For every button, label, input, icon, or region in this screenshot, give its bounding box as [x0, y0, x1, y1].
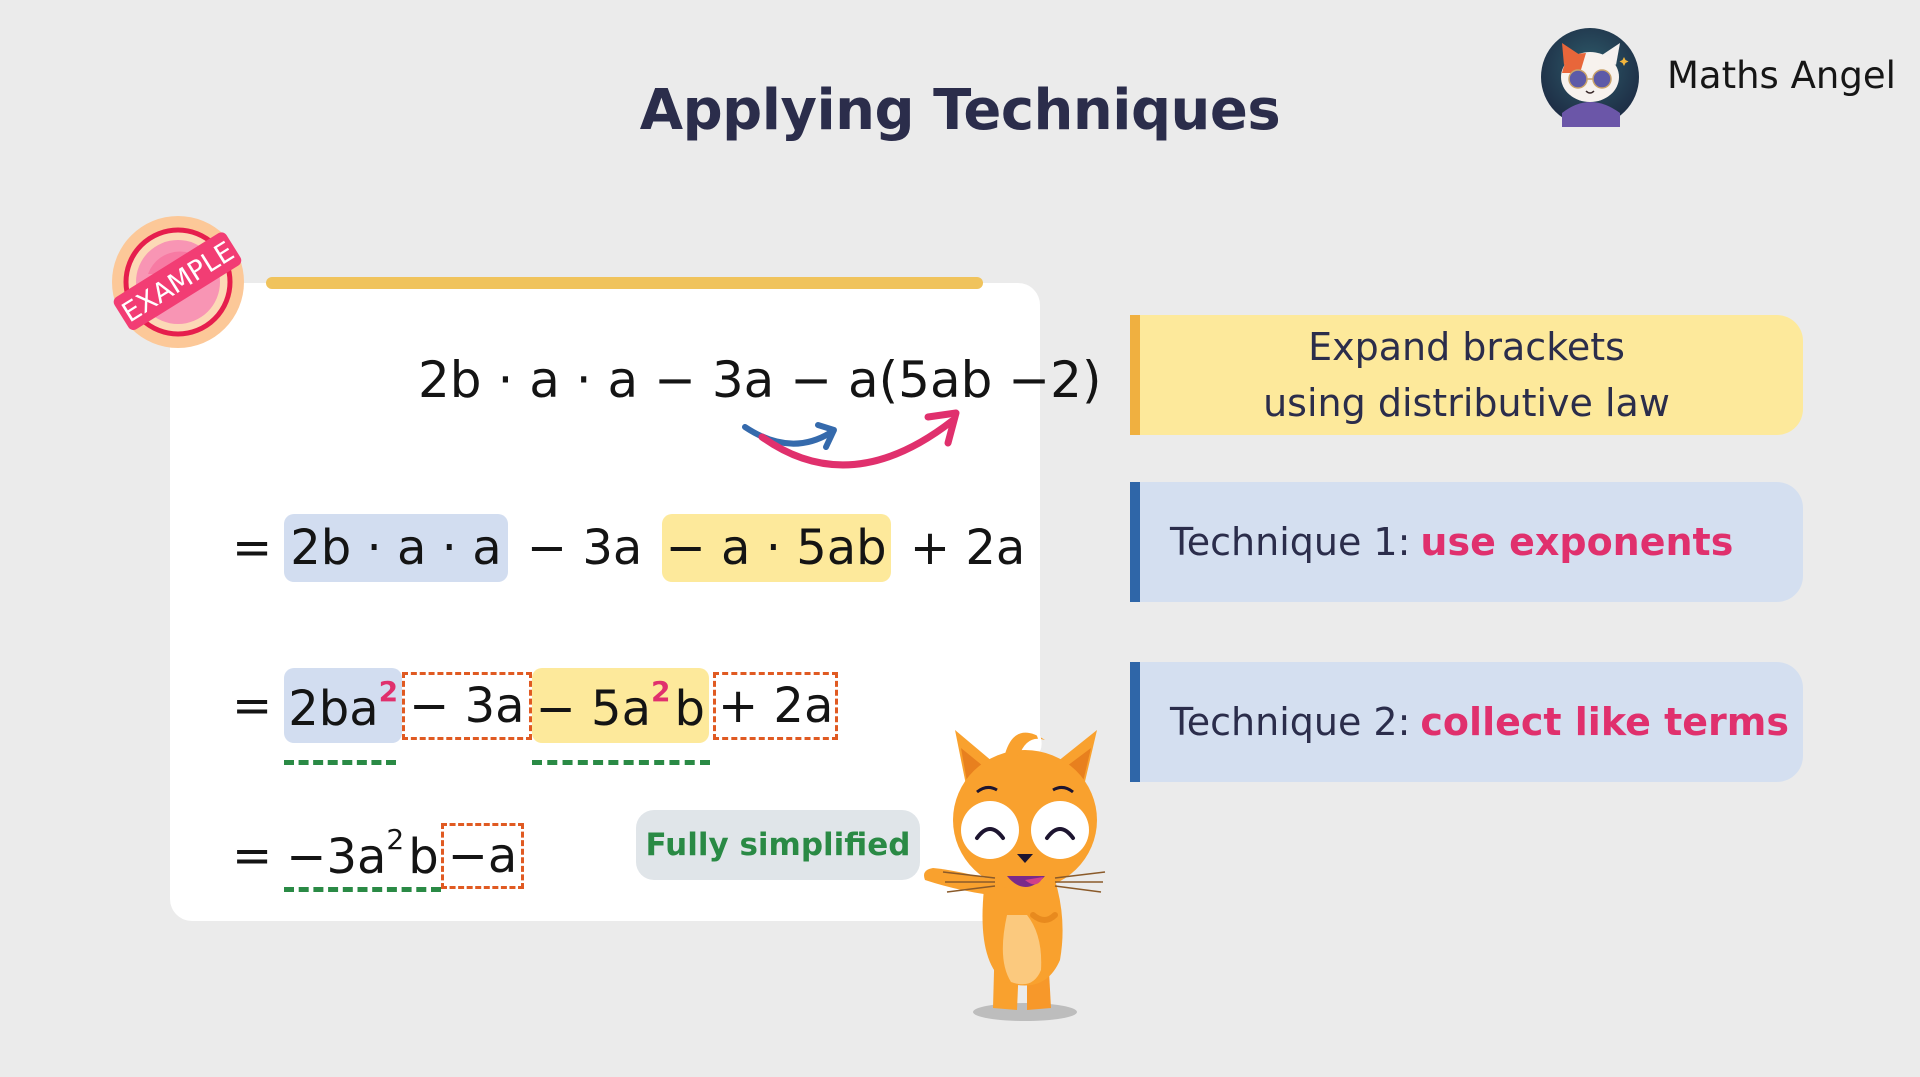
- brand-name: Maths Angel: [1667, 54, 1896, 97]
- maths-angel-logo-icon: [1541, 28, 1639, 127]
- term-blue-highlight: 2ba2: [284, 668, 403, 743]
- term-plain: + 2a: [894, 520, 1026, 576]
- step-title-line: using distributive law: [1263, 381, 1670, 425]
- step-accent-bar: [1130, 482, 1140, 602]
- like-term-box: − 3a: [402, 671, 532, 740]
- expression-exponents: = 2ba2 − 3a − 5a2b + 2a: [232, 668, 839, 765]
- equals-sign: =: [232, 677, 273, 734]
- like-term-underline: [284, 760, 397, 765]
- like-term-box: −a: [440, 823, 525, 889]
- technique-label: Technique 2:: [1170, 700, 1411, 744]
- example-badge: EXAMPLE: [112, 216, 244, 348]
- like-term-underline: [531, 760, 710, 765]
- term-base: 2ba: [288, 681, 379, 737]
- term-base: b: [674, 681, 705, 737]
- step-expand-brackets: Expand brackets using distributive law: [1130, 315, 1803, 435]
- exponent: 2: [386, 823, 405, 856]
- fully-simplified-badge: Fully simplified: [636, 810, 920, 880]
- term-base: −3a: [286, 829, 387, 885]
- distributive-arrows: [742, 409, 960, 469]
- term-yellow-highlight: − 5a2b: [531, 668, 709, 743]
- cat-mascot-icon: [924, 726, 1106, 1021]
- term-base: b: [408, 829, 439, 885]
- term-blue-highlight: 2b · a · a: [284, 514, 508, 582]
- technique-emphasis: use exponents: [1420, 520, 1734, 564]
- step-title-line: Expand brackets: [1308, 325, 1625, 369]
- like-term-box: + 2a: [712, 671, 839, 740]
- step-accent-bar: [1130, 315, 1140, 435]
- exponent: 2: [651, 675, 671, 708]
- step-technique-2: Technique 2: collect like terms: [1130, 662, 1803, 782]
- technique-label: Technique 1:: [1170, 520, 1411, 564]
- expression-expanded: = 2b · a · a − 3a − a · 5ab + 2a: [232, 514, 1025, 582]
- blue-arrow-icon: [742, 424, 833, 447]
- technique-emphasis: collect like terms: [1420, 700, 1789, 744]
- term-yellow-highlight: − a · 5ab: [661, 514, 891, 582]
- expression-simplified: = −3a2b −a: [232, 820, 525, 892]
- step-technique-1: Technique 1: use exponents: [1130, 482, 1803, 602]
- equals-sign: =: [232, 828, 273, 884]
- card-accent-bar: [266, 277, 983, 289]
- exponent: 2: [378, 675, 399, 708]
- simplified-term: −3a2b: [284, 820, 441, 892]
- equals-sign: =: [232, 520, 273, 576]
- step-accent-bar: [1130, 662, 1140, 782]
- term-plain: − 3a: [511, 520, 658, 576]
- term-base: − 5a: [535, 681, 651, 737]
